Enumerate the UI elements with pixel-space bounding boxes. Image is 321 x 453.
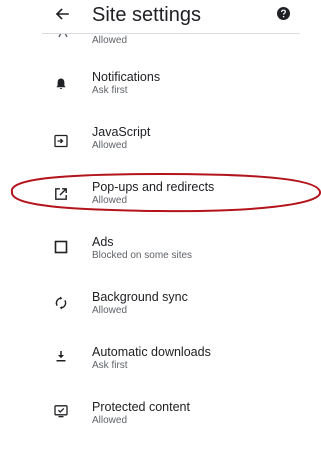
list-item-status: Ask first	[92, 85, 128, 96]
sync-icon	[55, 296, 67, 310]
list-item-label: JavaScript	[92, 125, 151, 139]
list-item-label: Notifications	[92, 70, 161, 84]
help-icon[interactable]	[277, 7, 290, 20]
list-item-partial[interactable]: Allowed	[0, 34, 321, 48]
list-item-status: Allowed	[92, 140, 128, 151]
ads-icon	[54, 240, 68, 254]
list-item-popups-and-redirects[interactable]: Pop-ups and redirects Allowed	[0, 179, 321, 225]
list-item-status: Allowed	[92, 415, 128, 426]
open-external-icon	[55, 188, 67, 200]
list-item-label: Protected content	[92, 400, 190, 414]
page-title: Site settings	[92, 4, 201, 26]
list-item-automatic-downloads[interactable]: Automatic downloads Ask first	[0, 344, 321, 390]
list-item-status: Ask first	[92, 360, 128, 371]
list-item-status: Allowed	[92, 305, 128, 316]
list-item-label: Ads	[92, 235, 114, 249]
list-item-status: Blocked on some sites	[92, 250, 193, 261]
list-item-ads[interactable]: Ads Blocked on some sites	[0, 234, 321, 280]
list-item-status: Allowed	[92, 35, 128, 46]
list-item-status: Allowed	[92, 195, 128, 206]
top-app-bar: Site settings	[0, 0, 321, 32]
protected-content-icon	[54, 405, 68, 418]
bell-icon	[56, 78, 66, 89]
list-item-label: Background sync	[92, 290, 188, 304]
list-item-notifications[interactable]: Notifications Ask first	[0, 69, 321, 115]
clipped-item-icon	[58, 34, 68, 38]
javascript-icon	[54, 134, 68, 148]
list-item-label: Pop-ups and redirects	[92, 180, 215, 194]
list-item-javascript[interactable]: JavaScript Allowed	[0, 124, 321, 170]
download-icon	[56, 351, 66, 362]
list-item-protected-content[interactable]: Protected content Allowed	[0, 399, 321, 445]
list-item-background-sync[interactable]: Background sync Allowed	[0, 289, 321, 335]
arrow-back-icon[interactable]	[52, 4, 72, 24]
list-item-label: Automatic downloads	[92, 345, 211, 359]
